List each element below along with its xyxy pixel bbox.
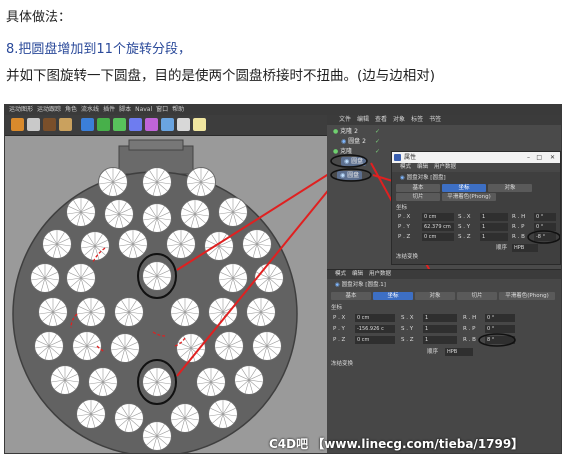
disc-instance — [254, 263, 284, 293]
watermark: C4D吧 【www.linecg.com/tieba/1799】 — [269, 437, 524, 451]
menu-item[interactable]: 帮助 — [172, 105, 184, 115]
attribute-manager: 模式 编辑 用户数据 ◉ 圆盘对象 [圆盘.1] 基本 坐标 对象 切片 平滑着… — [327, 269, 561, 453]
tool-button-icon[interactable] — [177, 118, 190, 131]
menu-item[interactable]: Naval — [135, 105, 152, 115]
disc-instance — [110, 333, 140, 363]
disc-instance — [42, 229, 72, 259]
right-panel: 文件 编辑 查看 对象 标签 书签 ● 克隆 2 ✓ ◉ 圆盘 2 ✓ ● 克隆… — [327, 105, 561, 453]
tool-button-icon[interactable] — [145, 118, 158, 131]
disc-instance — [34, 331, 64, 361]
menu-item[interactable]: 脚本 — [119, 105, 131, 115]
disc-instance — [208, 297, 238, 327]
tool-button-icon[interactable] — [11, 118, 24, 131]
disc-instance — [88, 367, 118, 397]
disc-instance — [218, 263, 248, 293]
disc-instance — [142, 167, 172, 197]
tool-button-icon[interactable] — [59, 118, 72, 131]
menu-item[interactable]: 运动跟踪 — [37, 105, 61, 115]
disc-instance — [30, 263, 60, 293]
app-menubar: 运动图形 运动跟踪 角色 流水线 插件 脚本 Naval 窗口 帮助 — [5, 105, 327, 115]
menu-item[interactable]: 运动图形 — [9, 105, 33, 115]
disc-instance — [196, 367, 226, 397]
disc-instance — [142, 261, 172, 291]
maximize-icon[interactable] — [542, 96, 550, 110]
disc-instance — [118, 229, 148, 259]
disc-instance — [234, 365, 264, 395]
tool-button-icon[interactable] — [129, 118, 142, 131]
disc-instance — [142, 203, 172, 233]
disc-instance — [142, 367, 172, 397]
disc-instance — [38, 297, 68, 327]
disc-instance — [80, 231, 110, 261]
attributes-dialog: 属性 – □ ✕ 模式 编辑 用户数据 ◉ 圆盘对象 [圆盘] 基本 坐标 对象… — [391, 151, 561, 265]
attr-annotation — [478, 333, 516, 347]
disc-instance — [166, 229, 196, 259]
disc-instance — [242, 229, 272, 259]
disc-instance — [170, 297, 200, 327]
disc-instance — [180, 199, 210, 229]
tool-button-icon[interactable] — [97, 118, 110, 131]
disc-instance — [214, 331, 244, 361]
tool-button-icon[interactable] — [193, 118, 206, 131]
minimize-icon[interactable] — [524, 96, 532, 108]
disc-instance — [246, 297, 276, 327]
disc-instance — [114, 403, 144, 433]
disc-instance — [104, 199, 134, 229]
disc-instance — [76, 399, 106, 429]
disc-instance — [66, 263, 96, 293]
disc-instance — [186, 167, 216, 197]
disc-instance — [114, 297, 144, 327]
article-heading: 具体做法： — [6, 10, 72, 25]
tool-button-icon[interactable] — [81, 118, 94, 131]
article-step: 8.把圆盘增加到11个旋转分段， — [6, 42, 191, 57]
highlight-ring — [527, 230, 560, 244]
disc-instance — [66, 197, 96, 227]
3d-viewport[interactable] — [5, 136, 336, 453]
tool-bar — [5, 115, 327, 136]
highlight-ring — [478, 333, 516, 347]
disc-instance — [50, 365, 80, 395]
c4d-screenshot: 运动图形 运动跟踪 角色 流水线 插件 脚本 Naval 窗口 帮助 文件 编辑… — [4, 104, 562, 454]
highlight-ring — [330, 168, 372, 182]
disc-instance — [142, 421, 172, 451]
tool-button-icon[interactable] — [113, 118, 126, 131]
tool-button-icon[interactable] — [43, 118, 56, 131]
menu-item[interactable]: 角色 — [65, 105, 77, 115]
menu-item[interactable]: 流水线 — [81, 105, 99, 115]
disc-instance — [76, 297, 106, 327]
highlight-ring — [330, 154, 368, 168]
tool-button-icon[interactable] — [161, 118, 174, 131]
tool-button-icon[interactable] — [27, 118, 40, 131]
menu-item[interactable]: 窗口 — [156, 105, 168, 115]
article-description: 并如下图旋转一下圆盘，目的是使两个圆盘桥接时不扭曲。(边与边相对) — [6, 68, 436, 84]
disc-instance — [218, 197, 248, 227]
top-bracket-cap — [128, 139, 184, 151]
viewport-scene — [12, 139, 336, 453]
dialog-annotation — [527, 230, 560, 244]
disc-instance — [208, 399, 238, 429]
disc-instance — [98, 167, 128, 197]
menu-item[interactable]: 插件 — [103, 105, 115, 115]
disc-instance — [252, 331, 282, 361]
disc-instance — [170, 403, 200, 433]
